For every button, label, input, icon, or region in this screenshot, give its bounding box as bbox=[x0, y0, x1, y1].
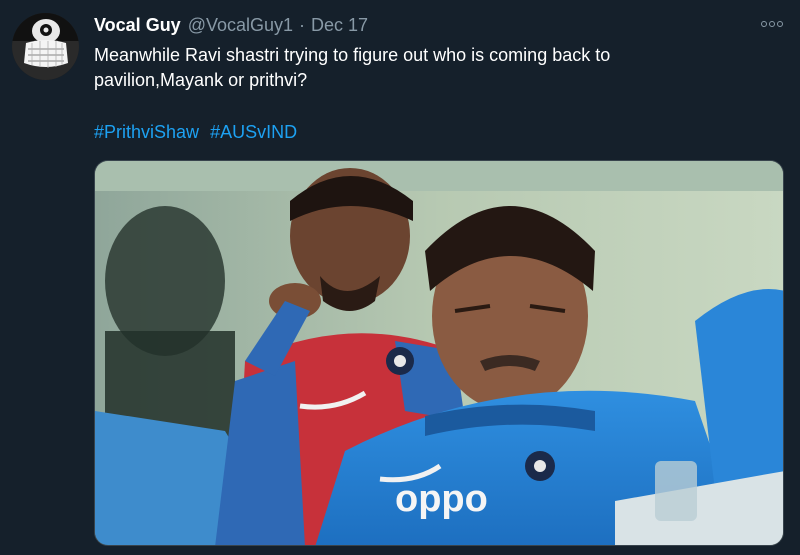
tweet-text: Meanwhile Ravi shastri trying to figure … bbox=[94, 43, 774, 93]
tweet-header: Vocal Guy @VocalGuy1 · Dec 17 bbox=[94, 13, 368, 37]
tweet[interactable]: Vocal Guy @VocalGuy1 · Dec 17 Meanwhile … bbox=[0, 0, 800, 555]
tweet-media-image[interactable]: oppo bbox=[94, 160, 784, 546]
tweet-text-line: Meanwhile Ravi shastri trying to figure … bbox=[94, 45, 611, 65]
more-dot bbox=[769, 21, 775, 27]
hashtags: #PrithviShaw #AUSvIND bbox=[94, 120, 303, 145]
author-handle[interactable]: @VocalGuy1 bbox=[188, 13, 293, 37]
hashtag-link[interactable]: #PrithviShaw bbox=[94, 122, 199, 142]
more-dot bbox=[777, 21, 783, 27]
more-icon[interactable] bbox=[754, 10, 790, 38]
author-name[interactable]: Vocal Guy bbox=[94, 13, 181, 37]
tweet-text-line: pavilion,Mayank or prithvi? bbox=[94, 70, 308, 90]
hashtag-link[interactable]: #AUSvIND bbox=[210, 122, 297, 142]
tweet-date[interactable]: Dec 17 bbox=[311, 13, 368, 37]
media-photo: oppo bbox=[95, 161, 783, 545]
jersey-text: oppo bbox=[395, 478, 488, 520]
separator: · bbox=[299, 15, 306, 35]
avatar-image bbox=[12, 13, 79, 80]
more-dot bbox=[761, 21, 767, 27]
avatar[interactable] bbox=[12, 13, 79, 80]
